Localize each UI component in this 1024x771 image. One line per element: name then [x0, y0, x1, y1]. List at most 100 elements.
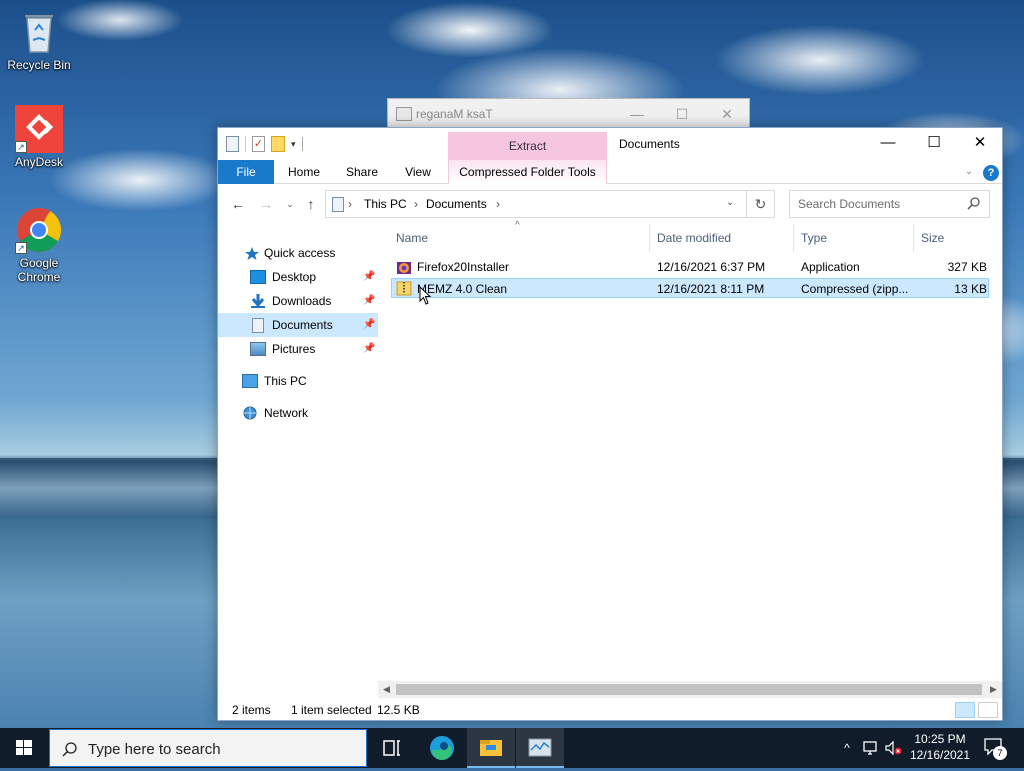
pin-icon[interactable]: 📌: [363, 265, 375, 289]
scroll-left-icon[interactable]: ◀: [378, 681, 395, 698]
back-button[interactable]: ←: [228, 194, 248, 214]
nav-label: Pictures: [272, 342, 316, 356]
action-center-button[interactable]: 7: [980, 728, 1024, 768]
close-button[interactable]: ✕: [957, 128, 1003, 158]
task-manager-window[interactable]: reganaM ksaT — ☐ ✕: [387, 98, 750, 130]
desktop-icon-label: Recycle Bin: [7, 58, 71, 72]
minimize-button[interactable]: —: [614, 103, 660, 125]
breadcrumb-this-pc[interactable]: This PC: [364, 197, 407, 211]
column-separator[interactable]: [913, 224, 914, 252]
minimize-button[interactable]: —: [865, 128, 911, 158]
file-date: 12/16/2021 6:37 PM: [657, 260, 766, 274]
properties-icon[interactable]: [226, 136, 239, 152]
tab-compressed-folder-tools[interactable]: Compressed Folder Tools: [448, 160, 607, 184]
search-icon: [967, 197, 980, 210]
volume-muted-icon[interactable]: [884, 740, 902, 756]
breadcrumb-chevron-icon[interactable]: ›: [496, 197, 500, 211]
close-button[interactable]: ✕: [704, 103, 750, 125]
nav-documents[interactable]: Documents 📌: [218, 313, 378, 337]
nav-quick-access[interactable]: Quick access: [218, 241, 378, 265]
nav-downloads[interactable]: Downloads 📌: [218, 289, 378, 313]
column-separator[interactable]: [793, 224, 794, 252]
window-title: Documents: [619, 137, 680, 151]
firefox-installer-icon: [397, 262, 411, 274]
recent-locations-button[interactable]: ⌄: [280, 194, 300, 214]
nav-network[interactable]: Network: [218, 401, 378, 425]
expand-ribbon-icon[interactable]: ⌄: [960, 160, 978, 184]
column-separator[interactable]: [649, 224, 650, 252]
breadcrumb-documents[interactable]: Documents: [426, 197, 487, 211]
taskbar-search-input[interactable]: Type here to search: [88, 741, 221, 758]
documents-icon: [252, 318, 264, 333]
pin-icon[interactable]: 📌: [363, 313, 375, 337]
tab-view[interactable]: View: [394, 160, 442, 184]
large-icons-view-icon[interactable]: [978, 702, 998, 718]
file-row[interactable]: Firefox20Installer 12/16/2021 6:37 PM Ap…: [391, 257, 991, 277]
nav-this-pc[interactable]: This PC: [218, 369, 378, 393]
pin-icon[interactable]: 📌: [363, 289, 375, 313]
task-view-button[interactable]: [368, 728, 416, 768]
search-box[interactable]: Search Documents: [789, 190, 990, 218]
taskbar-edge[interactable]: [418, 728, 466, 768]
tab-file[interactable]: File: [218, 160, 274, 184]
desktop-folder-icon: [250, 270, 266, 284]
pin-icon[interactable]: 📌: [363, 337, 375, 361]
taskbar-file-explorer[interactable]: [467, 728, 515, 768]
network-status-icon[interactable]: [862, 740, 880, 756]
desktop-icon-recycle-bin[interactable]: Recycle Bin: [1, 8, 77, 72]
desktop-icon-anydesk[interactable]: ↗ AnyDesk: [1, 105, 77, 169]
file-list: ^ Name Date modified Type Size Firefox20…: [390, 220, 1002, 684]
status-selection: 1 item selected: [291, 703, 372, 717]
scrollbar-thumb[interactable]: [396, 684, 982, 695]
clock[interactable]: 10:25 PM 12/16/2021: [906, 731, 974, 763]
details-view-icon[interactable]: [955, 702, 975, 718]
taskbar-task-manager[interactable]: [516, 728, 564, 768]
help-icon[interactable]: ?: [982, 160, 1000, 184]
title-bar: ✓ ▾ Extract Documents — ☐ ✕: [218, 128, 1002, 160]
up-button[interactable]: ↑: [301, 194, 321, 214]
task-manager-icon: [396, 107, 412, 121]
new-folder-icon[interactable]: [271, 136, 285, 152]
show-hidden-icons-icon[interactable]: ^: [838, 728, 856, 768]
start-button[interactable]: [0, 728, 48, 768]
maximize-button[interactable]: ☐: [911, 128, 957, 158]
nav-desktop[interactable]: Desktop 📌: [218, 265, 378, 289]
file-type: Compressed (zipp...: [801, 282, 909, 296]
nav-pictures[interactable]: Pictures 📌: [218, 337, 378, 361]
refresh-button[interactable]: ↻: [747, 190, 775, 218]
customize-qat-icon[interactable]: ▾: [291, 139, 296, 150]
column-header-date-modified[interactable]: Date modified: [657, 224, 731, 252]
desktop-icon-chrome[interactable]: ↗ Google Chrome: [1, 206, 77, 284]
shortcut-arrow-icon: ↗: [15, 141, 27, 153]
scroll-right-icon[interactable]: ▶: [985, 681, 1002, 698]
task-manager-title: reganaM ksaT: [416, 107, 493, 121]
edge-icon: [430, 736, 454, 760]
file-type: Application: [801, 260, 860, 274]
breadcrumb-chevron-icon[interactable]: ›: [348, 197, 352, 211]
taskbar-search[interactable]: Type here to search: [49, 729, 367, 767]
column-header-type[interactable]: Type: [801, 224, 827, 252]
address-bar[interactable]: › This PC › Documents › ⌄: [325, 190, 747, 218]
breadcrumb-chevron-icon[interactable]: ›: [414, 197, 418, 211]
pictures-icon: [250, 342, 266, 356]
desktop: Recycle Bin ↗ AnyDesk ↗ Google Chrome re…: [0, 0, 1024, 728]
search-icon: [62, 742, 77, 757]
tab-share[interactable]: Share: [336, 160, 388, 184]
tab-extract[interactable]: Extract: [448, 132, 607, 160]
search-input[interactable]: Search Documents: [798, 197, 900, 211]
tab-home[interactable]: Home: [278, 160, 330, 184]
file-explorer-window: ✓ ▾ Extract Documents — ☐ ✕ File Home Sh…: [217, 127, 1003, 721]
nav-label: Quick access: [264, 246, 336, 260]
checkmark-icon[interactable]: ✓: [252, 136, 265, 152]
address-dropdown-icon[interactable]: ⌄: [726, 197, 734, 208]
notification-count-badge: 7: [993, 746, 1007, 760]
nav-label: This PC: [264, 374, 307, 388]
file-row[interactable]: MEMZ 4.0 Clean 12/16/2021 8:11 PM Compre…: [391, 278, 989, 298]
maximize-button[interactable]: ☐: [659, 103, 705, 125]
column-header-name[interactable]: Name: [396, 224, 428, 252]
horizontal-scrollbar[interactable]: ◀ ▶: [378, 681, 1002, 698]
status-size: 12.5 KB: [377, 703, 420, 717]
column-header-size[interactable]: Size: [921, 224, 944, 252]
forward-button[interactable]: →: [256, 194, 276, 214]
chrome-icon: ↗: [15, 206, 63, 254]
